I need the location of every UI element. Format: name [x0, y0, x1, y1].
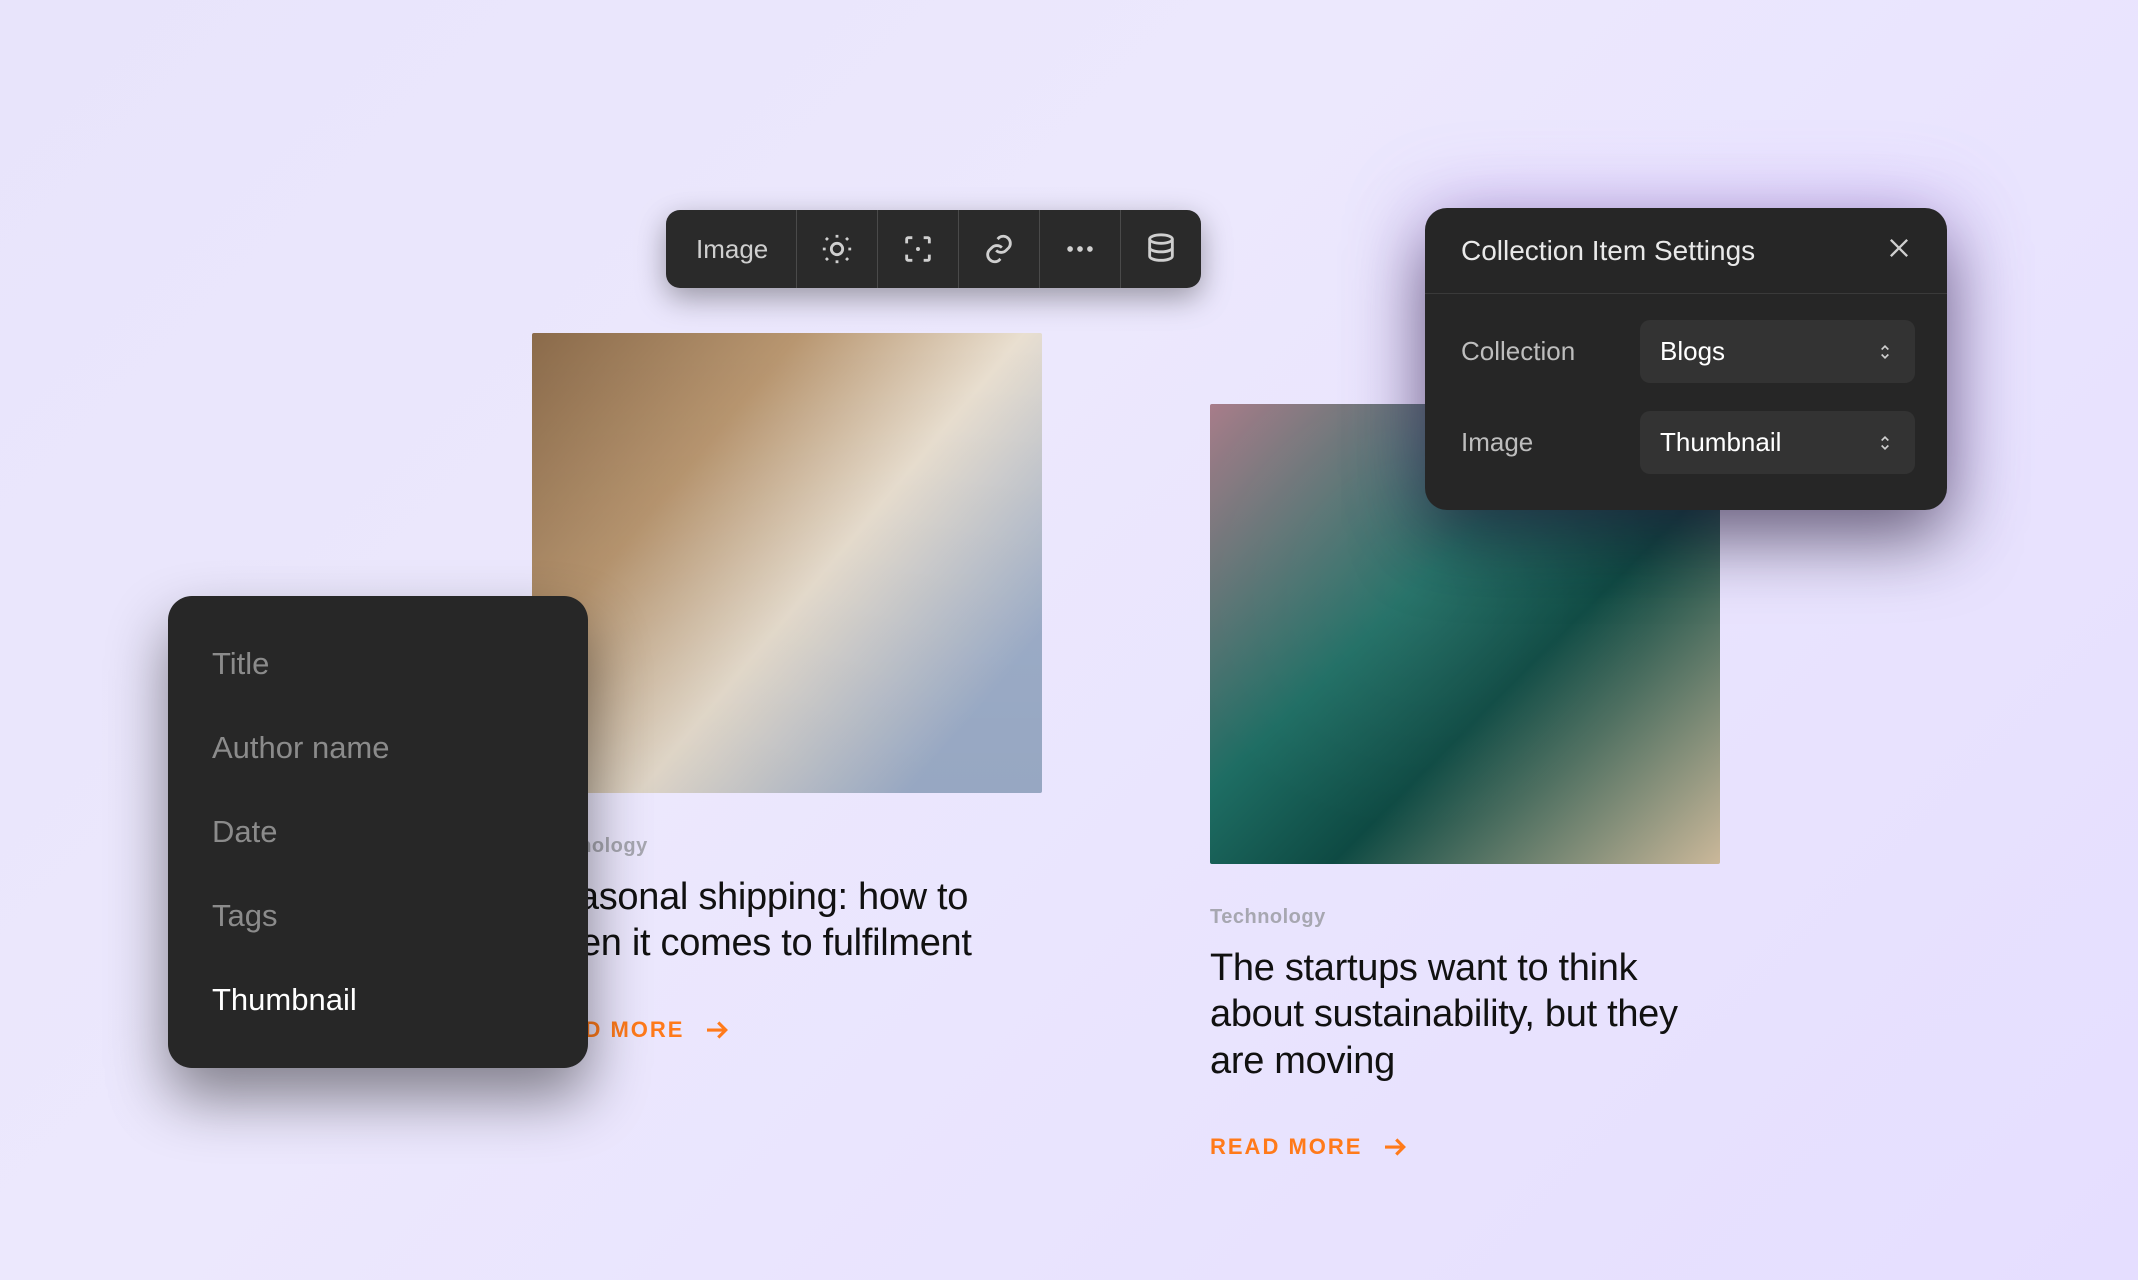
field-dropdown: Title Author name Date Tags Thumbnail	[168, 596, 588, 1068]
link-icon[interactable]	[959, 210, 1039, 288]
collection-select[interactable]: Blogs	[1640, 320, 1915, 383]
chevron-up-down-icon	[1875, 342, 1895, 362]
field-label-image: Image	[1461, 427, 1533, 458]
card-category: Technology	[532, 835, 1042, 858]
close-icon	[1885, 234, 1913, 262]
dropdown-item-thumbnail[interactable]: Thumbnail	[168, 958, 588, 1042]
blog-card: Technology Seasonal shipping: how to whe…	[532, 333, 1042, 1045]
chevron-up-down-icon	[1875, 433, 1895, 453]
card-thumbnail[interactable]	[532, 333, 1042, 793]
brightness-icon[interactable]	[797, 210, 877, 288]
card-title: Seasonal shipping: how to when it comes …	[532, 874, 1042, 967]
image-select[interactable]: Thumbnail	[1640, 411, 1915, 474]
panel-row-image: Image Thumbnail	[1461, 411, 1915, 474]
panel-title: Collection Item Settings	[1461, 235, 1755, 267]
read-more-link[interactable]: READ MORE	[532, 1015, 1042, 1045]
toolbar-label: Image	[666, 210, 796, 288]
panel-body: Collection Blogs Image Thumbnail	[1425, 294, 1947, 510]
read-more-label: READ MORE	[1210, 1134, 1362, 1160]
dropdown-item-author[interactable]: Author name	[168, 706, 588, 790]
select-value: Blogs	[1660, 336, 1725, 367]
more-icon[interactable]	[1040, 210, 1120, 288]
blog-card: Technology The startups want to think ab…	[1210, 404, 1720, 1162]
arrow-right-icon	[702, 1015, 732, 1045]
dropdown-item-title[interactable]: Title	[168, 622, 588, 706]
focal-point-icon[interactable]	[878, 210, 958, 288]
database-icon[interactable]	[1121, 210, 1201, 288]
arrow-right-icon	[1380, 1132, 1410, 1162]
dropdown-item-tags[interactable]: Tags	[168, 874, 588, 958]
close-button[interactable]	[1885, 234, 1913, 267]
panel-row-collection: Collection Blogs	[1461, 320, 1915, 383]
collection-item-settings-panel: Collection Item Settings Collection Blog…	[1425, 208, 1947, 510]
select-value: Thumbnail	[1660, 427, 1781, 458]
card-title: The startups want to think about sustain…	[1210, 945, 1720, 1084]
image-toolbar: Image	[666, 210, 1201, 288]
field-label-collection: Collection	[1461, 336, 1575, 367]
dropdown-item-date[interactable]: Date	[168, 790, 588, 874]
card-category: Technology	[1210, 906, 1720, 929]
read-more-link[interactable]: READ MORE	[1210, 1132, 1720, 1162]
panel-header: Collection Item Settings	[1425, 208, 1947, 294]
